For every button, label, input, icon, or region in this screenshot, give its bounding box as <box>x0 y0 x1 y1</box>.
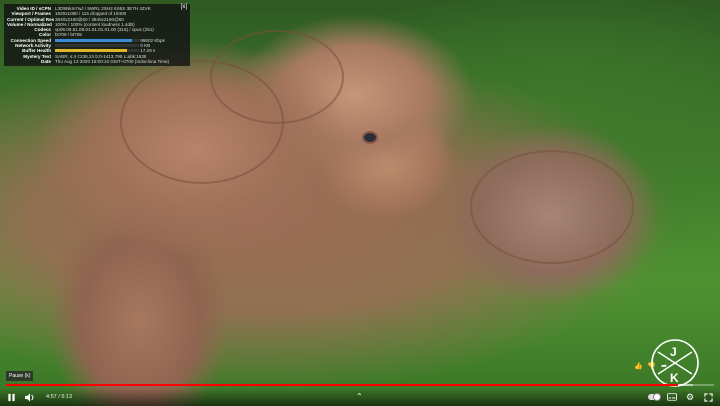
stats-for-nerds-panel: [x] Video ID / sCPN L3D9Nkm7wJ / 5WRL 2SH… <box>4 4 190 66</box>
volume-button[interactable] <box>24 391 36 403</box>
tortoise-eye <box>362 131 378 144</box>
stats-value: Thu Aug 13 2020 16:00:10 GMT+0700 (Indoc… <box>55 58 170 64</box>
control-bar: 4:57 / 5:13 ⌃ ⚙ <box>0 388 720 406</box>
subtitles-icon <box>667 393 677 401</box>
volume-icon <box>25 392 34 402</box>
watermark-letter-k: K <box>670 371 679 385</box>
leg-pattern <box>470 150 634 264</box>
pause-tooltip: Pause (k) <box>6 371 34 381</box>
thumbs-up-icon[interactable]: 👍 <box>634 362 643 370</box>
time-display: 4:57 / 5:13 <box>46 392 72 402</box>
connection-speed-bar <box>55 38 139 42</box>
settings-button[interactable]: ⚙ <box>684 391 696 403</box>
stats-close-button[interactable]: [x] <box>181 4 187 10</box>
current-time: 4:57 <box>46 394 57 400</box>
duration: 5:13 <box>61 394 73 400</box>
chevron-up-icon[interactable]: ⌃ <box>356 392 363 401</box>
shell-pattern <box>210 30 344 124</box>
stats-label: Date <box>41 58 51 64</box>
pause-button[interactable] <box>5 391 17 403</box>
stats-row: Date Thu Aug 13 2020 16:00:10 GMT+0700 (I… <box>7 59 187 64</box>
connection-speed-fill <box>55 38 133 42</box>
network-activity-bar <box>55 44 139 48</box>
time-separator: / <box>58 394 60 400</box>
fullscreen-icon <box>703 392 713 402</box>
stats-value: bt709 / bt709 <box>55 32 82 38</box>
buffer-health-bar <box>55 49 139 53</box>
fullscreen-button[interactable] <box>702 391 714 403</box>
progress-played <box>6 384 678 386</box>
autoplay-toggle[interactable] <box>648 394 660 400</box>
channel-watermark-logo[interactable]: J K <box>650 338 700 388</box>
progress-bar[interactable] <box>6 384 714 386</box>
watermark-letter-j: J <box>670 345 677 359</box>
subtitles-button[interactable] <box>666 391 678 403</box>
gear-icon: ⚙ <box>685 391 695 402</box>
video-player[interactable]: [x] Video ID / sCPN L3D9Nkm7wJ / 5WRL 2SH… <box>0 0 720 406</box>
pause-icon <box>7 393 15 401</box>
buffer-health-fill <box>55 49 128 53</box>
